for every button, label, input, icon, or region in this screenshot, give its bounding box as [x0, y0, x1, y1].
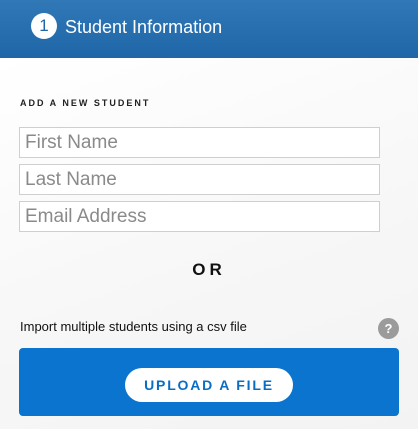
upload-file-button[interactable]: UPLOAD A FILE: [125, 368, 293, 402]
upload-panel: UPLOAD A FILE: [19, 348, 399, 416]
import-description: Import multiple students using a csv fil…: [20, 319, 247, 334]
email-address-input[interactable]: [19, 201, 380, 232]
add-student-heading: ADD A NEW STUDENT: [20, 98, 151, 108]
step-number-badge: 1: [31, 13, 57, 39]
last-name-input[interactable]: [19, 164, 380, 195]
step-title: Student Information: [65, 17, 223, 37]
first-name-input[interactable]: [19, 127, 380, 158]
step-header: 1 Student Information: [0, 0, 418, 58]
or-divider: OR: [192, 260, 226, 279]
question-mark-icon[interactable]: ?: [378, 318, 399, 339]
